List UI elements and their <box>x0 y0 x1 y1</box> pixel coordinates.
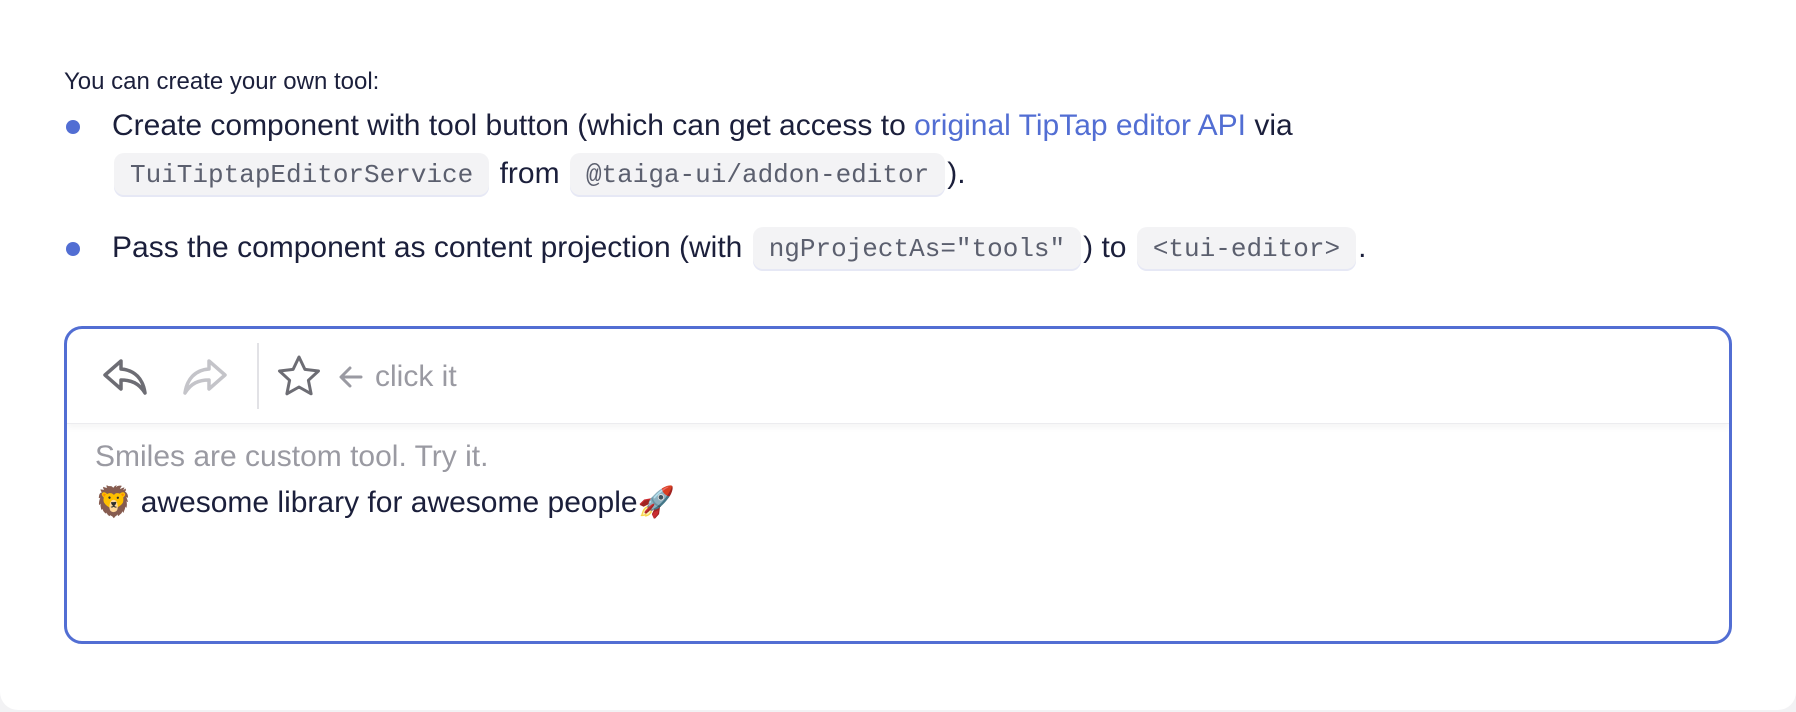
editor-text[interactable]: 🦁 awesome library for awesome people🚀 <box>95 481 1701 525</box>
editor-toolbar: click it <box>67 329 1729 424</box>
bullet-icon <box>66 242 80 256</box>
bullet-icon <box>66 120 80 134</box>
code-attr: ngProjectAs="tools" <box>752 227 1082 272</box>
code-service: TuiTiptapEditorService <box>114 153 490 198</box>
smiles-tool-button[interactable] <box>273 351 325 403</box>
steps-list: Create component with tool button (which… <box>64 102 1464 298</box>
editor-placeholder: Smiles are custom tool. Try it. <box>95 440 489 473</box>
toolbar-separator <box>257 343 259 409</box>
toolbar-hint: click it <box>337 353 457 401</box>
redo-button[interactable] <box>179 351 231 403</box>
step-text: Pass the component as content projection… <box>112 231 751 264</box>
hint-text: click it <box>375 360 457 393</box>
undo-button[interactable] <box>99 351 151 403</box>
redo-icon <box>183 359 227 395</box>
code-package: @taiga-ui/addon-editor <box>569 153 946 198</box>
step-text: Create component with tool button (which… <box>112 109 915 142</box>
list-item: Pass the component as content projection… <box>64 224 1464 272</box>
code-tag: <tui-editor> <box>1136 227 1357 272</box>
demo-card: You can create your own tool: Create com… <box>0 0 1796 710</box>
star-icon <box>278 355 320 396</box>
step-text: ). <box>947 157 966 190</box>
list-item: Create component with tool button (which… <box>64 102 1464 198</box>
undo-icon <box>103 359 147 395</box>
tiptap-api-link[interactable]: original TipTap editor API <box>914 109 1246 142</box>
step-text: via <box>1245 109 1293 142</box>
intro-text: You can create your own tool: <box>64 68 380 95</box>
editor[interactable]: click it Smiles are custom tool. Try it.… <box>64 326 1732 644</box>
step-text: . <box>1358 231 1367 264</box>
step-text: ) to <box>1083 231 1135 264</box>
step-text: from <box>491 157 568 190</box>
arrow-left-icon <box>339 366 363 388</box>
editor-content[interactable]: Smiles are custom tool. Try it. 🦁 awesom… <box>95 435 1701 525</box>
